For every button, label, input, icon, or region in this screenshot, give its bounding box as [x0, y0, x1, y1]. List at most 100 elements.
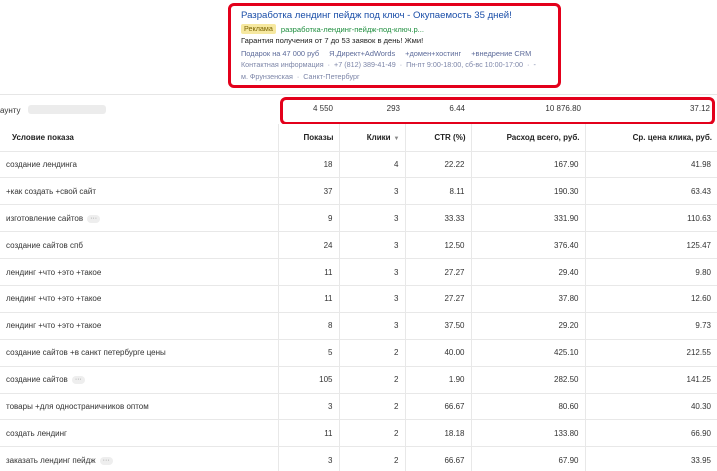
table-row: +как создать +свой сайт 37 3 8.11 190.30 63.4…	[0, 177, 717, 206]
avg-cpc-cell-text: 125.47	[686, 240, 711, 250]
condition-cell-text: заказать лендинг пейдж	[6, 455, 96, 465]
ctr-cell-text: 66.67	[444, 455, 465, 465]
ctr-cell-text: 27.27	[444, 294, 465, 304]
cost-cell-text: 29.40	[558, 267, 579, 277]
clicks-cell: 2	[339, 393, 406, 421]
clicks-cell-text: 2	[394, 401, 399, 411]
avg-cpc-cell-text: 9.80	[695, 267, 711, 277]
ctr-cell-text: 18.18	[444, 428, 465, 438]
shows-cell: 105	[278, 366, 340, 394]
cost-cell: 167.90	[471, 151, 586, 179]
column-header-condition[interactable]: Условие показа	[0, 124, 279, 152]
clicks-cell-text: 3	[394, 294, 399, 304]
shows-cell: 9	[278, 204, 340, 233]
sitelink[interactable]: Подарок на 47 000 руб	[241, 49, 319, 58]
table-row: товары +для одностраничников оптом 3 2 66.6…	[0, 393, 717, 421]
column-header-avg-cpc[interactable]: Ср. цена клика, руб.	[585, 124, 717, 152]
contacts-link[interactable]: Контактная информация	[241, 60, 324, 69]
ad-display-url[interactable]: разработка-лендинг-пейдж-под-ключ.р...	[281, 25, 424, 34]
ctr-cell-text: 22.22	[444, 159, 465, 169]
avg-cpc-cell-text: 12.60	[690, 294, 711, 304]
column-header-clicks[interactable]: Клики ▼	[339, 124, 406, 152]
avg-cpc-cell: 66.90	[585, 419, 717, 448]
table-row: лендинг +что +это +такое 11 3 27.27 29.40 9.8…	[0, 258, 717, 286]
condition-cell: лендинг +что +это +такое	[0, 258, 279, 286]
cost-cell: 80.60	[471, 393, 586, 421]
ctr-cell: 27.27	[405, 285, 472, 313]
sitelink[interactable]: Я.Директ+AdWords	[329, 49, 395, 58]
table-row: создание лендинга 18 4 22.22 167.90 41.98	[0, 151, 717, 179]
condition-cell-text: создать лендинг	[6, 428, 67, 438]
condition-cell-text: создание сайтов	[6, 375, 68, 385]
cost-cell: 282.50	[471, 366, 586, 394]
condition-cell: изготовление сайтов ···	[0, 204, 279, 233]
ctr-cell: 1.90	[405, 366, 472, 394]
shows-cell-text: 37	[323, 186, 333, 196]
shows-cell-text: 8	[328, 321, 333, 331]
condition-cell: создать лендинг	[0, 419, 279, 448]
ctr-cell: 8.11	[405, 177, 472, 206]
cost-cell: 29.20	[471, 312, 586, 340]
more-options-icon[interactable]: ···	[71, 375, 85, 384]
clicks-cell: 3	[339, 177, 406, 206]
column-header-ctr[interactable]: CTR (%)	[405, 124, 472, 152]
shows-cell: 3	[278, 446, 340, 471]
cost-cell-text: 425.10	[554, 348, 579, 358]
cost-cell-text: 133.80	[554, 428, 579, 438]
cost-cell-text: 29.20	[558, 321, 579, 331]
clicks-cell: 3	[339, 285, 406, 313]
condition-cell-text: товары +для одностраничников оптом	[6, 401, 149, 411]
avg-cpc-cell-text: 141.25	[686, 375, 711, 385]
avg-cpc-cell-text: 63.43	[690, 186, 711, 196]
clicks-cell: 2	[339, 366, 406, 394]
table-row: лендинг +что +это +такое 11 3 27.27 37.80 12.…	[0, 285, 717, 313]
ad-preview-highlight: Разработка лендинг пейдж под ключ - Окуп…	[228, 3, 561, 88]
cost-cell-text: 37.80	[558, 294, 579, 304]
condition-cell-text: лендинг +что +это +такое	[6, 267, 102, 277]
column-header-cost[interactable]: Расход всего, руб.	[471, 124, 586, 152]
column-header-shows[interactable]: Показы	[278, 124, 340, 152]
sitelink[interactable]: +домен+хостинг	[405, 49, 461, 58]
shows-cell: 8	[278, 312, 340, 340]
clicks-cell-text: 2	[394, 375, 399, 385]
cost-cell-text: 190.30	[554, 186, 579, 196]
more-options-icon[interactable]: ···	[87, 214, 101, 223]
avg-cpc-cell: 12.60	[585, 285, 717, 313]
avg-cpc-cell-text: 9.73	[695, 321, 711, 331]
avg-cpc-cell: 125.47	[585, 231, 717, 260]
clicks-cell-text: 3	[394, 321, 399, 331]
shows-cell: 37	[278, 177, 340, 206]
condition-cell-text: лендинг +что +это +такое	[6, 321, 102, 331]
cost-cell-text: 282.50	[554, 375, 579, 385]
shows-cell-text: 3	[328, 401, 333, 411]
clicks-cell: 2	[339, 419, 406, 448]
avg-cpc-cell: 141.25	[585, 366, 717, 394]
condition-cell: создание лендинга	[0, 151, 279, 179]
ctr-cell: 66.67	[405, 393, 472, 421]
table-row: изготовление сайтов ··· 9 3 33.33 331.90 110.6…	[0, 204, 717, 233]
total-cost: 10 876.80	[545, 104, 581, 113]
cost-cell-text: 376.40	[554, 240, 579, 250]
cost-cell: 376.40	[471, 231, 586, 260]
shows-cell-text: 5	[328, 348, 333, 358]
cost-cell: 331.90	[471, 204, 586, 233]
table-header-row: Условие показа Показы Клики ▼ CTR (%) Рас…	[0, 124, 717, 152]
condition-cell-text: создание сайтов +в санкт петербурге цены	[6, 348, 166, 358]
ctr-cell-text: 27.27	[444, 267, 465, 277]
ad-title-link[interactable]: Разработка лендинг пейдж под ключ - Окуп…	[241, 10, 558, 22]
total-clicks: 293	[386, 104, 400, 113]
avg-cpc-cell-text: 212.55	[686, 348, 711, 358]
clicks-cell: 3	[339, 312, 406, 340]
ctr-cell: 12.50	[405, 231, 472, 260]
ad-meta-line: Реклама разработка-лендинг-пейдж-под-клю…	[241, 24, 558, 34]
totals-row: аунту 4 550 293 6.44 10 876.80 37.12	[0, 94, 717, 128]
shows-cell: 11	[278, 285, 340, 313]
avg-cpc-cell: 212.55	[585, 339, 717, 367]
stats-table: Условие показа Показы Клики ▼ CTR (%) Рас…	[0, 124, 717, 471]
condition-cell-text: +как создать +свой сайт	[6, 186, 97, 196]
clicks-cell-text: 2	[394, 428, 399, 438]
sitelink[interactable]: +внедрение CRM	[471, 49, 531, 58]
cost-cell-text: 67.90	[558, 455, 579, 465]
more-options-icon[interactable]: ···	[99, 456, 113, 465]
condition-cell: создание сайтов +в санкт петербурге цены	[0, 339, 279, 367]
